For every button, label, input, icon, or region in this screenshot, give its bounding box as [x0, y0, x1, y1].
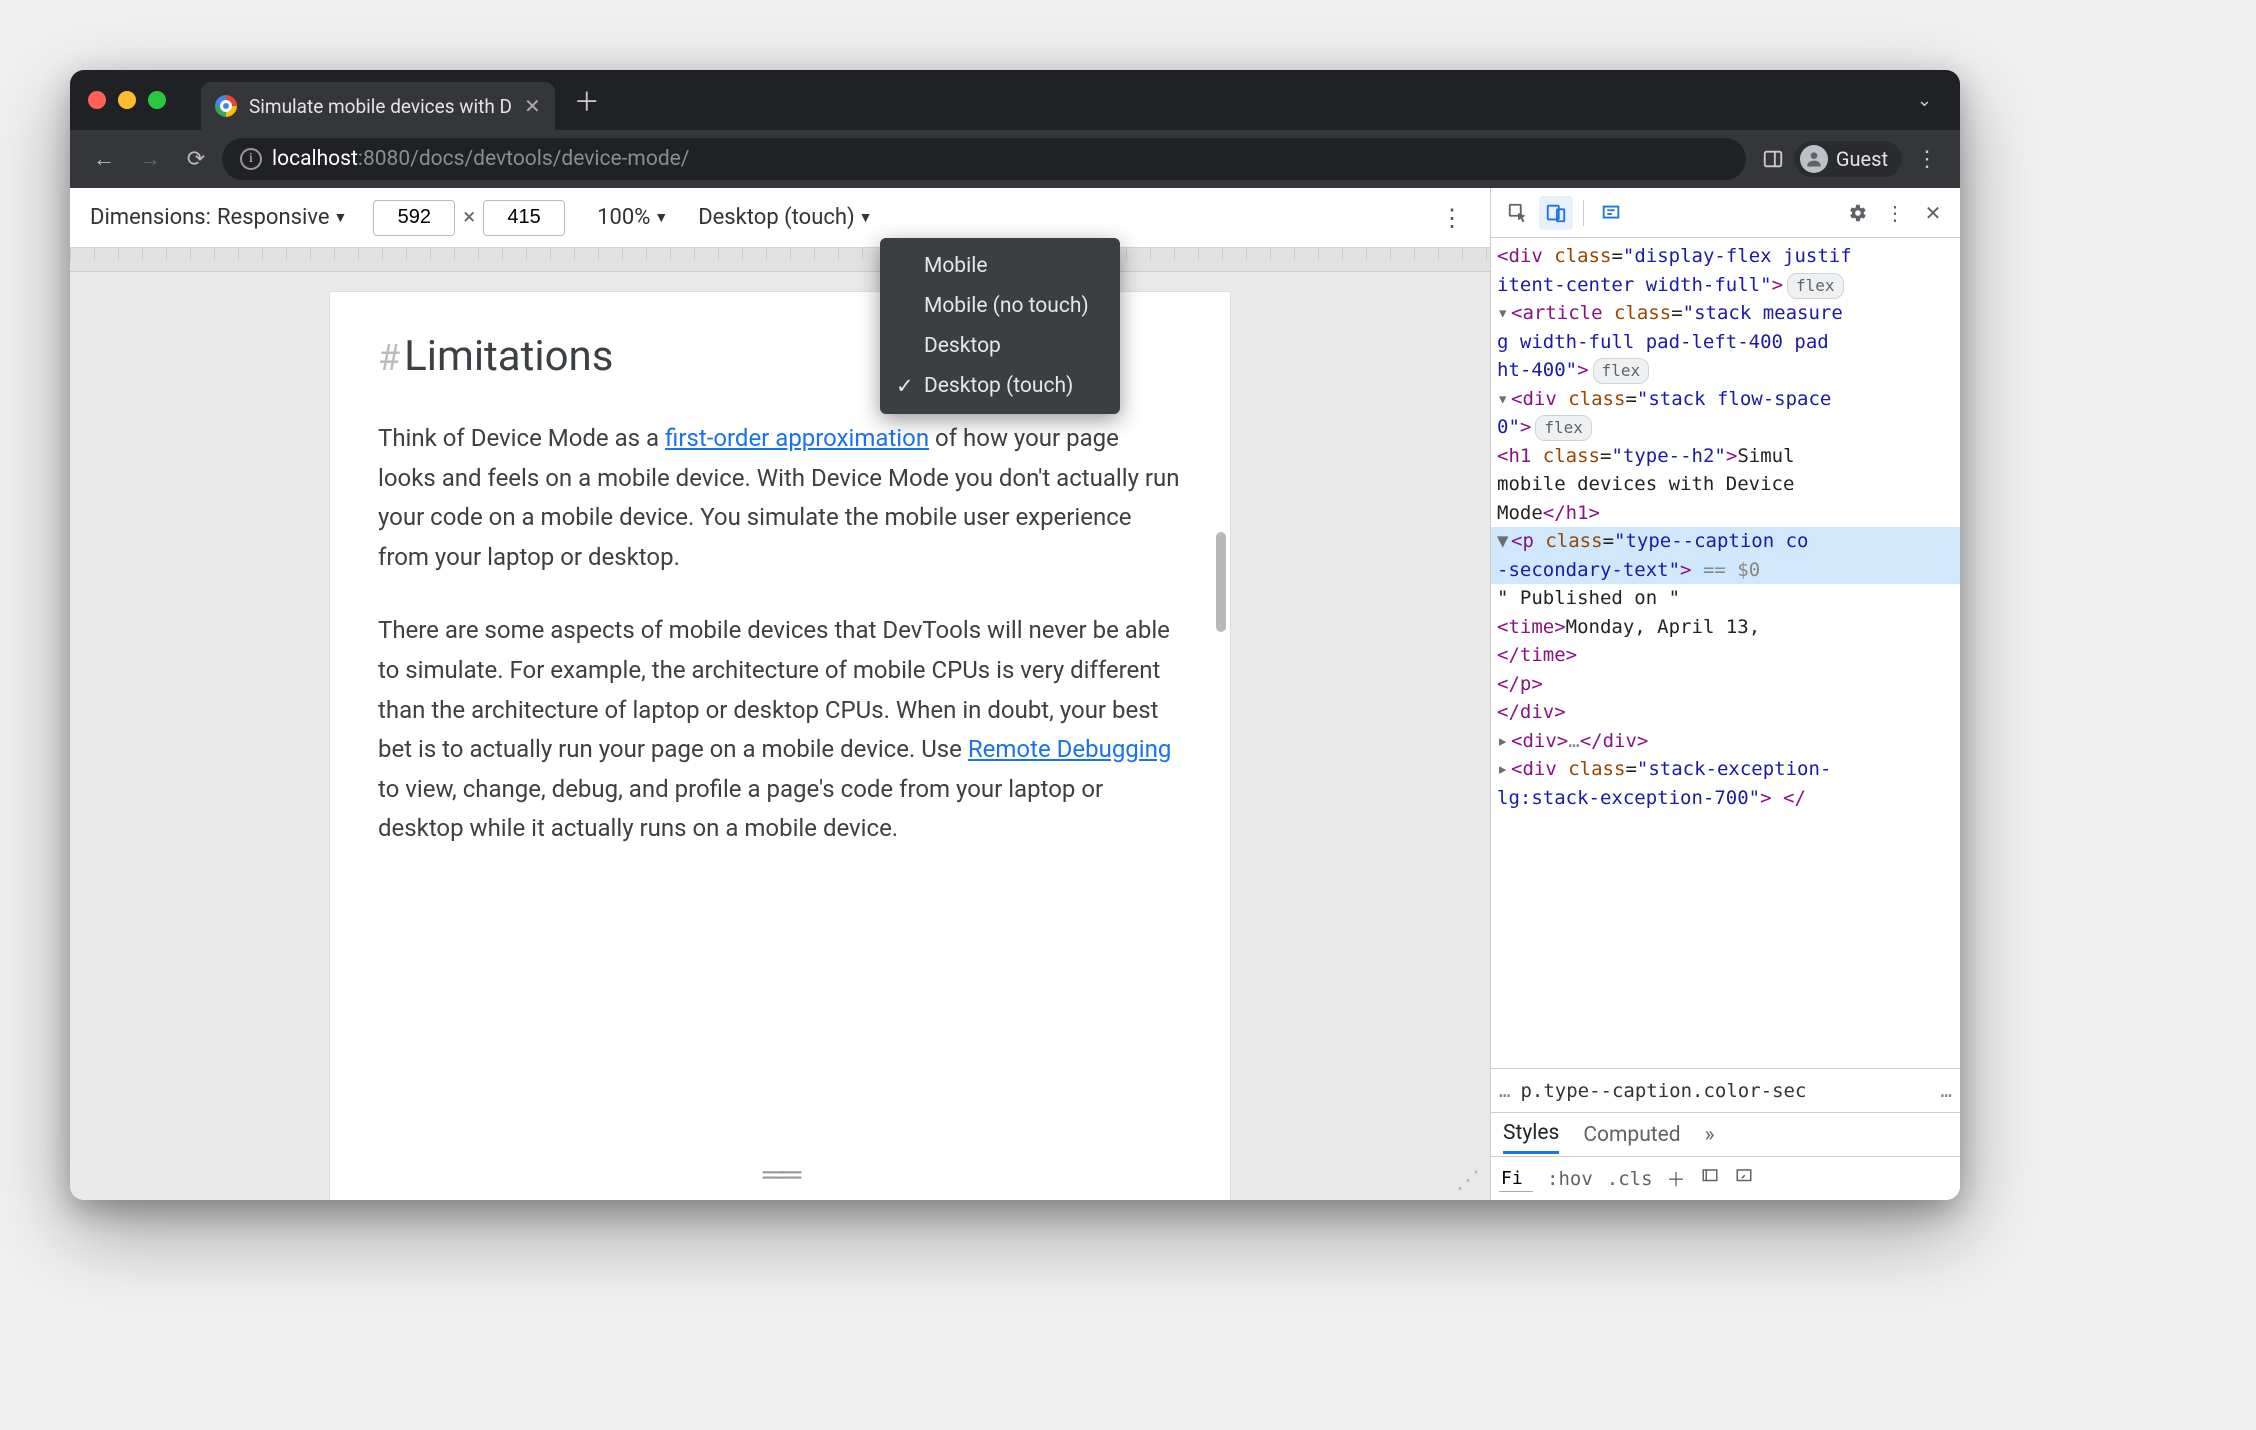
device-type-menu: Mobile Mobile (no touch) Desktop Desktop… — [880, 238, 1120, 414]
close-window-button[interactable] — [88, 91, 106, 109]
side-panel-icon[interactable] — [1758, 144, 1788, 174]
window-controls — [88, 91, 166, 109]
elements-dom-tree[interactable]: <div class="display-flex justif itent-ce… — [1491, 238, 1960, 1068]
device-type-option-desktop-touch[interactable]: Desktop (touch) — [880, 366, 1120, 406]
tab-computed[interactable]: Computed — [1583, 1123, 1680, 1147]
browser-window: Simulate mobile devices with D ✕ ＋ ⌄ ← →… — [70, 70, 1960, 1200]
rendering-drawer-icon[interactable] — [1734, 1167, 1754, 1190]
dom-breadcrumbs[interactable]: … p.type--caption.color-sec … — [1491, 1068, 1960, 1112]
settings-icon[interactable] — [1840, 196, 1874, 230]
dimension-separator: × — [463, 205, 475, 230]
toggle-hover-button[interactable]: :hov — [1547, 1168, 1593, 1190]
resize-handle-corner[interactable]: ⋰ — [1456, 1166, 1480, 1194]
dimensions-label: Dimensions: — [90, 205, 211, 230]
height-input[interactable] — [483, 200, 565, 236]
scrollbar-thumb[interactable] — [1216, 532, 1226, 632]
tabs-overflow-button[interactable]: » — [1705, 1123, 1715, 1147]
forward-button[interactable]: → — [130, 139, 170, 179]
paragraph-1: Think of Device Mode as a first-order ap… — [378, 419, 1182, 577]
link-first-order[interactable]: first-order approximation — [665, 424, 929, 452]
device-toolbar: Dimensions: Responsive▼ × 100%▼ Desktop … — [70, 188, 1490, 248]
content-area: Dimensions: Responsive▼ × 100%▼ Desktop … — [70, 188, 1960, 1200]
breadcrumb-overflow-left[interactable]: … — [1499, 1080, 1510, 1102]
titlebar: Simulate mobile devices with D ✕ ＋ ⌄ — [70, 70, 1960, 130]
reload-button[interactable]: ⟳ — [176, 139, 216, 179]
resize-handle-bottom[interactable]: ══ — [763, 1157, 798, 1192]
styles-toolbar: :hov .cls ＋ — [1491, 1156, 1960, 1200]
omnibox[interactable]: i localhost:8080/docs/devtools/device-mo… — [222, 138, 1746, 180]
devtools-toolbar: ⋮ ✕ — [1491, 188, 1960, 238]
page-content: #Limitations Think of Device Mode as a f… — [330, 292, 1230, 1200]
close-tab-button[interactable]: ✕ — [524, 94, 541, 118]
device-toolbar-menu[interactable]: ⋮ — [1434, 204, 1470, 232]
width-input[interactable] — [373, 200, 455, 236]
computed-styles-icon[interactable] — [1700, 1167, 1720, 1190]
tab-overflow-button[interactable]: ⌄ — [1909, 82, 1940, 119]
avatar-icon — [1800, 145, 1828, 173]
profile-chip[interactable]: Guest — [1794, 141, 1902, 177]
dimensions-dropdown[interactable]: Responsive▼ — [217, 205, 347, 230]
breadcrumb-current[interactable]: p.type--caption.color-sec — [1520, 1080, 1806, 1102]
device-type-dropdown[interactable]: Desktop (touch)▼ — [698, 205, 872, 230]
toggle-classes-button[interactable]: .cls — [1607, 1168, 1653, 1190]
device-type-option-mobile[interactable]: Mobile — [880, 246, 1120, 286]
styles-pane-tabs: Styles Computed » — [1491, 1112, 1960, 1156]
device-mode-pane: Dimensions: Responsive▼ × 100%▼ Desktop … — [70, 188, 1490, 1200]
back-button[interactable]: ← — [84, 139, 124, 179]
inspect-element-button[interactable] — [1501, 196, 1535, 230]
link-remote-debugging[interactable]: Remote Debugging — [968, 735, 1171, 763]
url-text: localhost:8080/docs/devtools/device-mode… — [272, 147, 689, 171]
new-style-rule-button[interactable]: ＋ — [1667, 1165, 1686, 1192]
address-bar: ← → ⟳ i localhost:8080/docs/devtools/dev… — [70, 130, 1960, 188]
site-info-icon[interactable]: i — [240, 148, 262, 170]
anchor-hash-icon[interactable]: # — [378, 337, 400, 379]
ruler[interactable] — [70, 248, 1490, 272]
profile-label: Guest — [1836, 147, 1888, 171]
tab-styles[interactable]: Styles — [1503, 1121, 1559, 1154]
styles-filter-input[interactable] — [1499, 1166, 1533, 1192]
breadcrumb-overflow-right[interactable]: … — [1941, 1080, 1952, 1102]
devtools-close-button[interactable]: ✕ — [1916, 196, 1950, 230]
browser-tab[interactable]: Simulate mobile devices with D ✕ — [201, 82, 555, 130]
paragraph-2: There are some aspects of mobile devices… — [378, 611, 1182, 849]
emulated-viewport: #Limitations Think of Device Mode as a f… — [70, 272, 1490, 1200]
devtools-panel: ⋮ ✕ <div class="display-flex justif iten… — [1490, 188, 1960, 1200]
toolbar-right: Guest ⋮ — [1758, 141, 1946, 177]
device-type-option-mobile-no-touch[interactable]: Mobile (no touch) — [880, 286, 1120, 326]
browser-menu-button[interactable]: ⋮ — [1908, 147, 1946, 172]
zoom-dropdown[interactable]: 100%▼ — [597, 205, 668, 230]
favicon-icon — [215, 95, 237, 117]
devtools-menu-button[interactable]: ⋮ — [1878, 196, 1912, 230]
tab-title: Simulate mobile devices with D — [249, 95, 512, 118]
device-type-option-desktop[interactable]: Desktop — [880, 326, 1120, 366]
maximize-window-button[interactable] — [148, 91, 166, 109]
toggle-device-toolbar-button[interactable] — [1539, 196, 1573, 230]
elements-tab-icon[interactable] — [1594, 196, 1628, 230]
minimize-window-button[interactable] — [118, 91, 136, 109]
new-tab-button[interactable]: ＋ — [567, 80, 607, 120]
